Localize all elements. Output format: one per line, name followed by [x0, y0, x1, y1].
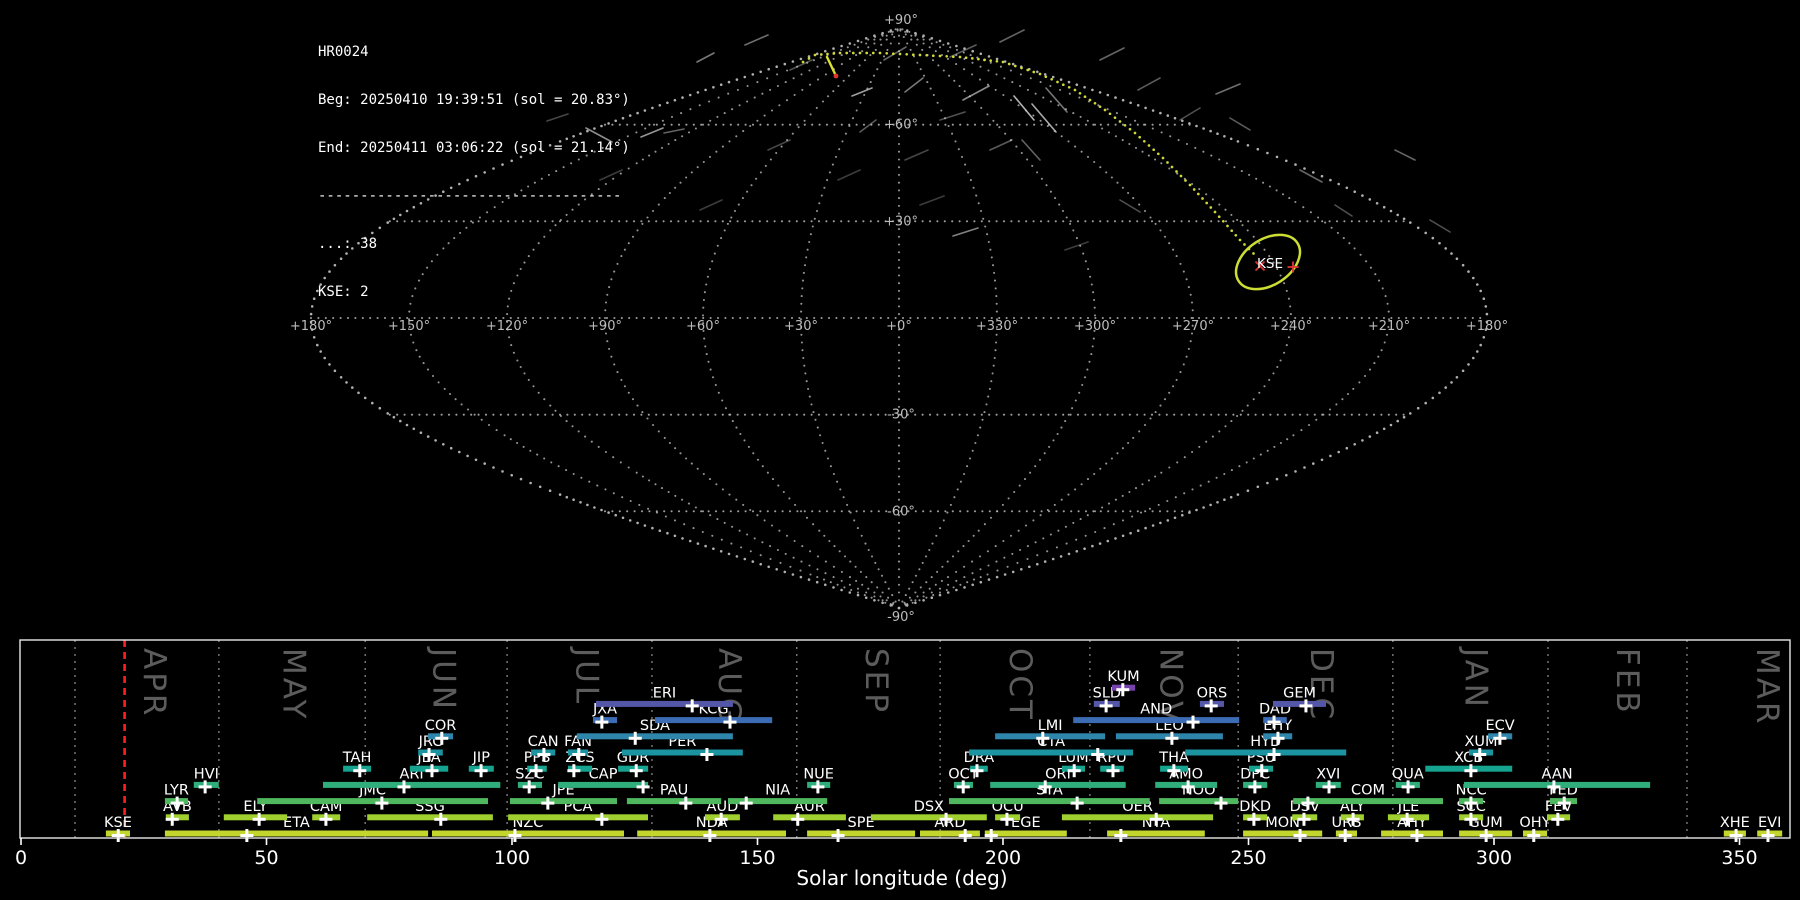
svg-text:ERI: ERI [653, 685, 677, 701]
svg-text:MAY: MAY [276, 648, 312, 721]
svg-text:GEM: GEM [1283, 685, 1316, 701]
svg-text:250: 250 [1230, 847, 1266, 869]
svg-text:KUM: KUM [1107, 669, 1139, 685]
svg-text:DSX: DSX [914, 799, 944, 815]
svg-text:CAP: CAP [589, 766, 618, 782]
svg-text:-60°: -60° [887, 504, 915, 519]
svg-text:+270°: +270° [1172, 319, 1214, 334]
svg-text:THA: THA [1158, 750, 1189, 766]
svg-text:JUN: JUN [425, 646, 461, 712]
svg-text:NIA: NIA [765, 783, 790, 799]
session-id: HR0024 [318, 44, 369, 60]
svg-text:KSE: KSE [104, 815, 132, 831]
svg-text:AAN: AAN [1542, 766, 1573, 782]
svg-text:DKD: DKD [1239, 799, 1271, 815]
svg-text:AND: AND [1140, 702, 1172, 718]
svg-text:OCT: OCT [1002, 648, 1038, 722]
svg-text:+30°: +30° [784, 319, 818, 334]
observation-info-panel: HR0024 Beg: 20250410 19:39:51 (sol = 20.… [318, 12, 630, 332]
svg-text:LYR: LYR [164, 783, 189, 799]
sporadic-meteor-trails [546, 29, 1451, 251]
svg-text:100: 100 [494, 847, 530, 869]
svg-text:XVI: XVI [1316, 766, 1340, 782]
svg-text:0: 0 [15, 847, 27, 869]
svg-text:JAN: JAN [1458, 646, 1494, 710]
svg-text:+90°: +90° [884, 13, 918, 28]
svg-text:LMI: LMI [1038, 718, 1063, 734]
svg-text:-90°: -90° [887, 610, 915, 625]
sky-and-timeline-plot: KSE +180° +150° +120° +90° +60° +30° +0° +330° +… [15, 13, 1791, 869]
kse-count: KSE: 2 [318, 284, 369, 300]
shower-timeline-chart: APR MAY JUN JUL AUG SEP OCT NOV DEC JAN FEB MARKSE E… [15, 639, 1791, 869]
kse-drift-trail [801, 51, 1255, 255]
svg-text:APR: APR [136, 648, 172, 718]
session-end: End: 20250411 03:06:22 (sol = 21.14°) [318, 140, 630, 156]
session-begin: Beg: 20250410 19:39:51 (sol = 20.83°) [318, 92, 630, 108]
svg-text:QUA: QUA [1392, 766, 1424, 782]
svg-text:350: 350 [1721, 847, 1757, 869]
svg-text:SEP: SEP [858, 648, 894, 715]
svg-text:OHY: OHY [1519, 815, 1550, 831]
svg-text:XHE: XHE [1720, 815, 1750, 831]
svg-text:JIP: JIP [472, 750, 491, 766]
svg-text:TAH: TAH [342, 750, 372, 766]
svg-text:FEB: FEB [1609, 648, 1645, 716]
svg-text:JUL: JUL [568, 646, 604, 706]
svg-text:HVI: HVI [194, 766, 219, 782]
svg-text:50: 50 [254, 847, 278, 869]
svg-text:NUE: NUE [803, 766, 834, 782]
svg-text:PAU: PAU [660, 783, 688, 799]
svg-text:+210°: +210° [1368, 319, 1410, 334]
svg-text:+300°: +300° [1074, 319, 1116, 334]
svg-text:CAN: CAN [528, 734, 559, 750]
svg-text:-30°: -30° [887, 408, 915, 423]
sporadic-count: ...: 38 [318, 236, 378, 252]
svg-text:300: 300 [1476, 847, 1512, 869]
svg-text:EVI: EVI [1758, 815, 1781, 831]
x-axis-label: Solar longitude (deg) [796, 866, 1008, 890]
svg-text:+180°: +180° [1466, 319, 1508, 334]
svg-text:COR: COR [425, 718, 457, 734]
svg-text:COM: COM [1351, 783, 1385, 799]
svg-text:ECV: ECV [1486, 718, 1515, 734]
svg-text:150: 150 [739, 847, 775, 869]
meteor-observation-screen: KSE +180° +150° +120° +90° +60° +30° +0° +330° +… [0, 0, 1800, 900]
svg-text:+240°: +240° [1270, 319, 1312, 334]
kse-radiant-ellipse: KSE [1234, 233, 1302, 291]
svg-text:+60°: +60° [884, 118, 918, 133]
info-separator: ------------------------------------ [318, 188, 622, 204]
svg-text:+0°: +0° [886, 319, 912, 334]
svg-text:ORS: ORS [1197, 685, 1228, 701]
svg-text:+330°: +330° [976, 319, 1018, 334]
svg-text:+30°: +30° [884, 214, 918, 229]
svg-text:MAR: MAR [1749, 648, 1785, 727]
svg-text:+60°: +60° [686, 319, 720, 334]
svg-text:SPE: SPE [848, 815, 875, 831]
svg-text:KSE: KSE [1257, 256, 1283, 272]
